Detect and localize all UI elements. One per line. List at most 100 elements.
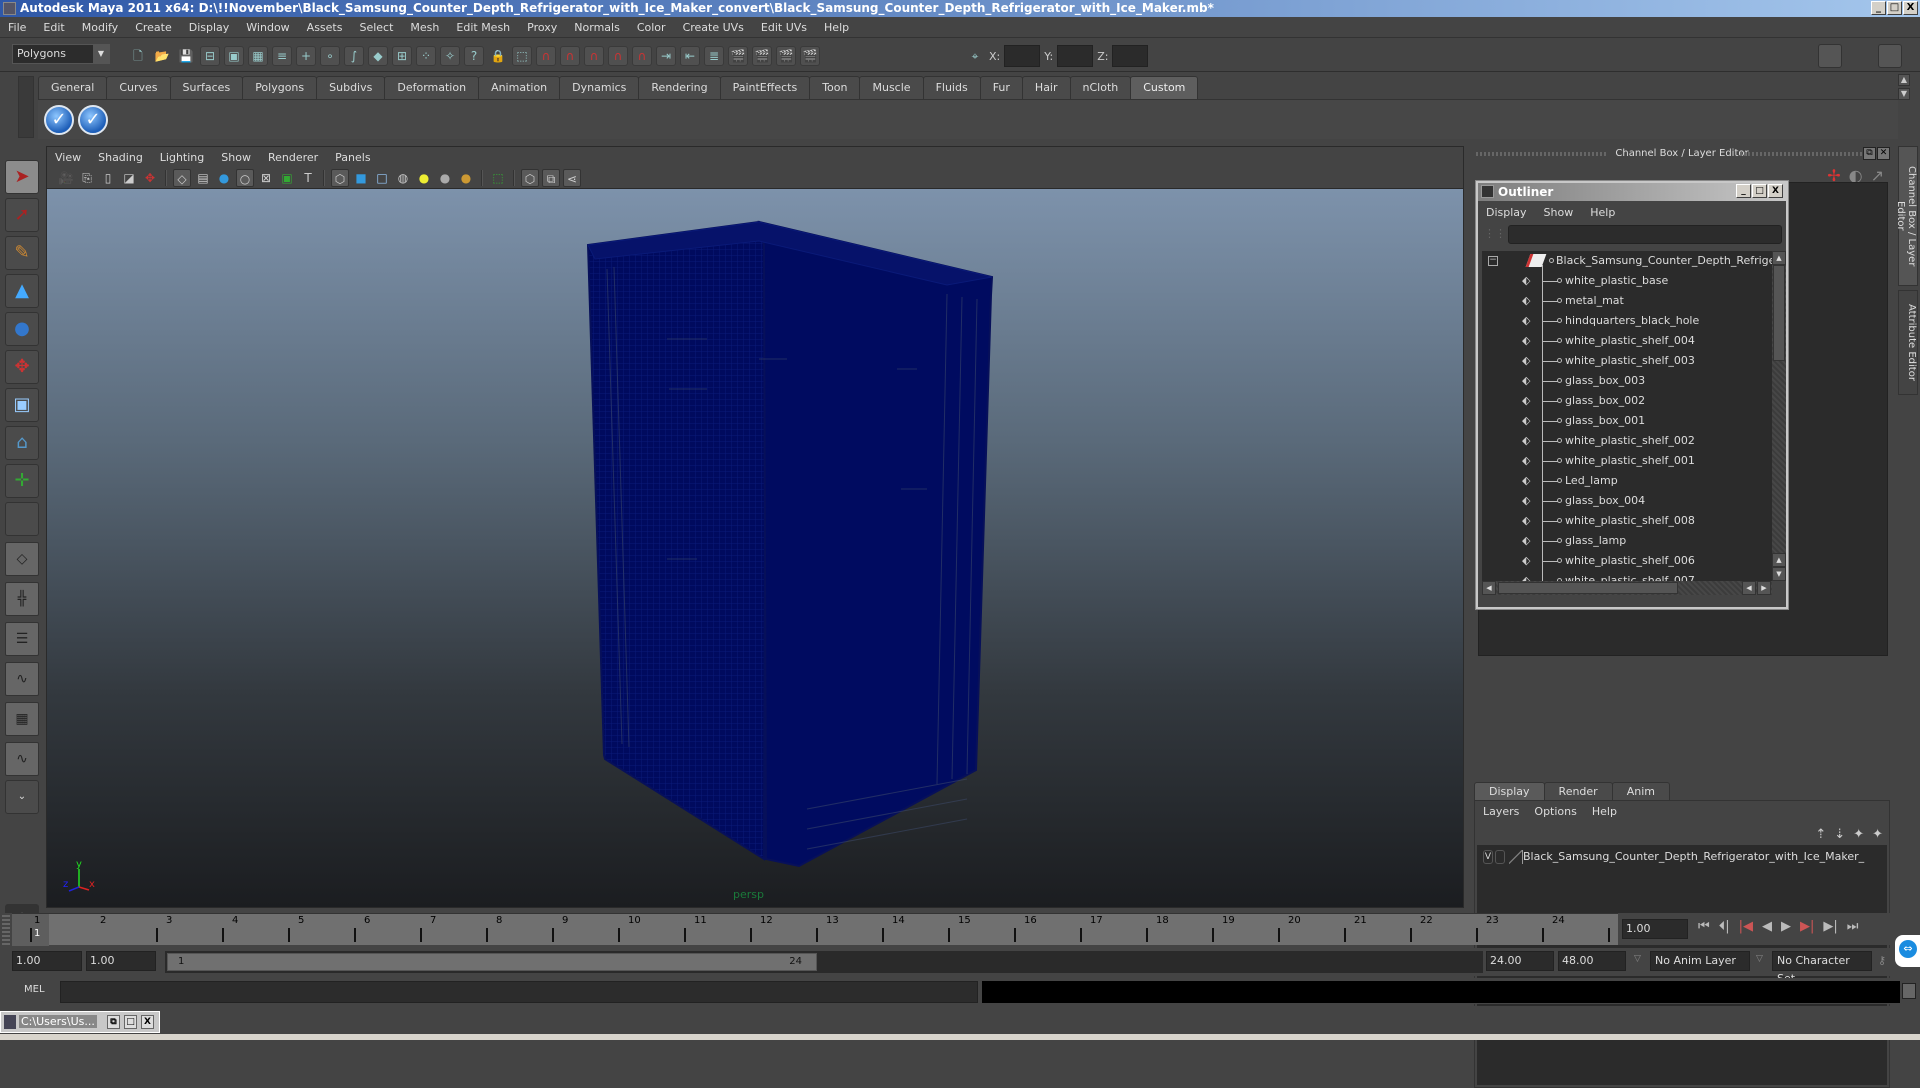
outliner-item[interactable]: ⬖ metal_mat <box>1482 291 1772 311</box>
shelf-tab-curves[interactable]: Curves <box>106 76 171 99</box>
select-camera-icon[interactable]: 🎥 <box>57 169 75 187</box>
wireframe-on-shaded-icon[interactable]: □ <box>373 169 391 187</box>
go-to-end-icon[interactable]: ⏭ <box>1847 919 1859 934</box>
select-handles-icon[interactable]: + <box>296 46 316 66</box>
outliner-item[interactable]: ⬖ white_plastic_shelf_001 <box>1482 451 1772 471</box>
smooth-shade-icon[interactable]: ■ <box>352 169 370 187</box>
perspective-viewport[interactable]: View Shading Lighting Show Renderer Panels 🎥 … <box>46 146 1464 908</box>
menu-proxy[interactable]: Proxy <box>527 21 557 34</box>
scroll-up-icon[interactable]: ▲ <box>1772 251 1786 265</box>
gate-mask-icon[interactable]: ○ <box>236 168 254 187</box>
outliner-filter-input[interactable] <box>1508 225 1782 244</box>
close-button[interactable]: X <box>141 1015 154 1029</box>
film-gate-icon[interactable]: ▤ <box>194 169 212 187</box>
outliner-item[interactable]: ⬖ white_plastic_base <box>1482 271 1772 291</box>
auto-key-icon[interactable]: ⚷ <box>1878 954 1886 967</box>
menu-assets[interactable]: Assets <box>307 21 343 34</box>
shelf-tab-deformation[interactable]: Deformation <box>384 76 480 99</box>
menu-edit-mesh[interactable]: Edit Mesh <box>456 21 510 34</box>
outliner-item[interactable]: ⬖ white_plastic_shelf_006 <box>1482 551 1772 571</box>
outliner-close-button[interactable]: X <box>1768 184 1783 198</box>
shadows-icon[interactable]: ● <box>436 169 454 187</box>
outliner-item[interactable]: ⬖ white_plastic_shelf_008 <box>1482 511 1772 531</box>
shelf-tab-ncloth[interactable]: nCloth <box>1069 76 1132 99</box>
scroll-up-icon[interactable]: ▲ <box>1772 553 1786 567</box>
field-chart-icon[interactable]: ⊠ <box>257 169 275 187</box>
script-language-label[interactable]: MEL <box>24 984 45 995</box>
go-to-start-icon[interactable]: ⏮ <box>1698 919 1710 934</box>
2d-pan-zoom-icon[interactable]: ✥ <box>141 169 159 187</box>
layer-color-swatch[interactable] <box>1509 850 1523 864</box>
scroll-down-icon[interactable]: ▼ <box>1772 567 1786 581</box>
outliner-item[interactable]: ⬖ glass_box_004 <box>1482 491 1772 511</box>
x-field[interactable] <box>1004 45 1041 67</box>
outliner-item[interactable]: ⬖ Led_lamp <box>1482 471 1772 491</box>
layout-more-icon[interactable]: ⌄ <box>5 780 39 814</box>
bookmarks-icon[interactable]: ▯ <box>99 169 117 187</box>
shelf-check-button-2[interactable]: ✓ <box>78 105 108 135</box>
z-field[interactable] <box>1112 45 1149 67</box>
select-curves-icon[interactable]: ∫ <box>344 46 364 66</box>
outliner-title-bar[interactable]: Outliner _ □ X <box>1478 183 1786 201</box>
textured-icon[interactable]: ◍ <box>394 169 412 187</box>
animation-start-field[interactable]: 1.00 <box>12 951 82 971</box>
panel-menu-lighting[interactable]: Lighting <box>160 151 204 164</box>
outliner-root-item[interactable]: − Black_Samsung_Counter_Depth_Refrigerat… <box>1482 251 1772 271</box>
time-slider[interactable]: 1 1 2 3 4 5 6 7 8 9 10 11 12 13 14 15 16 17 18 19 20 21 22 23 2… <box>0 913 1920 946</box>
shelf-scroll-up-icon[interactable]: ▲ <box>1898 74 1910 86</box>
layer-display-type-toggle[interactable] <box>1495 850 1505 864</box>
snap-grid-icon[interactable]: ∩ <box>536 46 556 66</box>
play-backwards-icon[interactable]: ◀ <box>1762 919 1772 934</box>
shelf-check-button-1[interactable]: ✓ <box>44 105 74 135</box>
layer-menu-help[interactable]: Help <box>1592 805 1617 818</box>
layer-row[interactable]: V Black_Samsung_Counter_Depth_Refrigerato… <box>1483 847 1864 867</box>
shelf-tab-subdivs[interactable]: Subdivs <box>316 76 386 99</box>
layer-tab-anim[interactable]: Anim <box>1611 782 1670 800</box>
outliner-item[interactable]: ⬖ glass_lamp <box>1482 531 1772 551</box>
shelf-tab-surfaces[interactable]: Surfaces <box>169 76 244 99</box>
refrigerator-wireframe-model[interactable] <box>47 189 1465 907</box>
tab-attribute-editor[interactable]: Attribute Editor <box>1898 290 1918 395</box>
minimize-button[interactable]: _ <box>1871 1 1886 15</box>
new-scene-icon[interactable]: 🗋 <box>128 46 148 66</box>
select-by-hierarchy-icon[interactable]: ⊟ <box>200 46 220 66</box>
safe-title-icon[interactable]: T <box>299 169 317 187</box>
select-misc-icon[interactable]: ? <box>464 46 484 66</box>
soft-mod-tool-icon[interactable]: ⌂ <box>5 426 39 460</box>
menu-create-uvs[interactable]: Create UVs <box>683 21 744 34</box>
scroll-left-icon[interactable]: ◀ <box>1742 581 1756 595</box>
transform-input-icon[interactable]: ⌖ <box>965 46 985 66</box>
menu-mesh[interactable]: Mesh <box>410 21 439 34</box>
high-quality-icon[interactable]: ● <box>457 169 475 187</box>
snap-live-icon[interactable]: ∩ <box>632 46 652 66</box>
menu-display[interactable]: Display <box>189 21 230 34</box>
use-all-lights-icon[interactable]: ● <box>415 169 433 187</box>
camera-attributes-icon[interactable]: ⎘ <box>78 169 96 187</box>
shelf-tab-painteffects[interactable]: PaintEffects <box>719 76 811 99</box>
step-back-key-icon[interactable]: |◀ <box>1739 919 1753 934</box>
animation-end-field[interactable]: 48.00 <box>1558 951 1626 971</box>
close-panel-button[interactable]: ✕ <box>1877 147 1890 160</box>
shelf-tab-fluids[interactable]: Fluids <box>922 76 981 99</box>
character-set-dropdown[interactable]: No Character Set <box>1772 951 1872 985</box>
move-tool-icon[interactable]: ▲ <box>5 274 39 308</box>
four-view-layout-icon[interactable]: ╬ <box>5 582 39 616</box>
shelf-scroll-down-icon[interactable]: ▼ <box>1898 88 1910 100</box>
channel-box-toggle-icon[interactable] <box>1878 44 1902 68</box>
universal-manipulator-icon[interactable]: ▣ <box>5 388 39 422</box>
shelf-tab-polygons[interactable]: Polygons <box>242 76 318 99</box>
step-forward-key-icon[interactable]: ▶| <box>1800 919 1814 934</box>
teamviewer-widget[interactable]: ⇔ <box>1895 935 1920 967</box>
outliner-item[interactable]: ⬖ white_plastic_shelf_004 <box>1482 331 1772 351</box>
rotate-tool-icon[interactable]: ● <box>5 312 39 346</box>
script-editor-icon[interactable] <box>1902 983 1916 999</box>
create-empty-layer-icon[interactable]: ✦ <box>1853 827 1864 842</box>
layer-visibility-toggle[interactable]: V <box>1483 850 1493 864</box>
hypershade-persp-layout-icon[interactable]: ▦ <box>5 702 39 736</box>
wireframe-icon[interactable]: ⬡ <box>331 168 349 187</box>
move-layer-up-icon[interactable]: ⇡ <box>1815 827 1826 842</box>
menu-set-dropdown[interactable]: Polygons ▼ <box>12 44 110 64</box>
range-slider-handle[interactable]: 1 24 <box>167 953 817 971</box>
xray-icon[interactable]: ⬡ <box>521 168 539 187</box>
resolution-gate-icon[interactable]: ● <box>215 169 233 187</box>
